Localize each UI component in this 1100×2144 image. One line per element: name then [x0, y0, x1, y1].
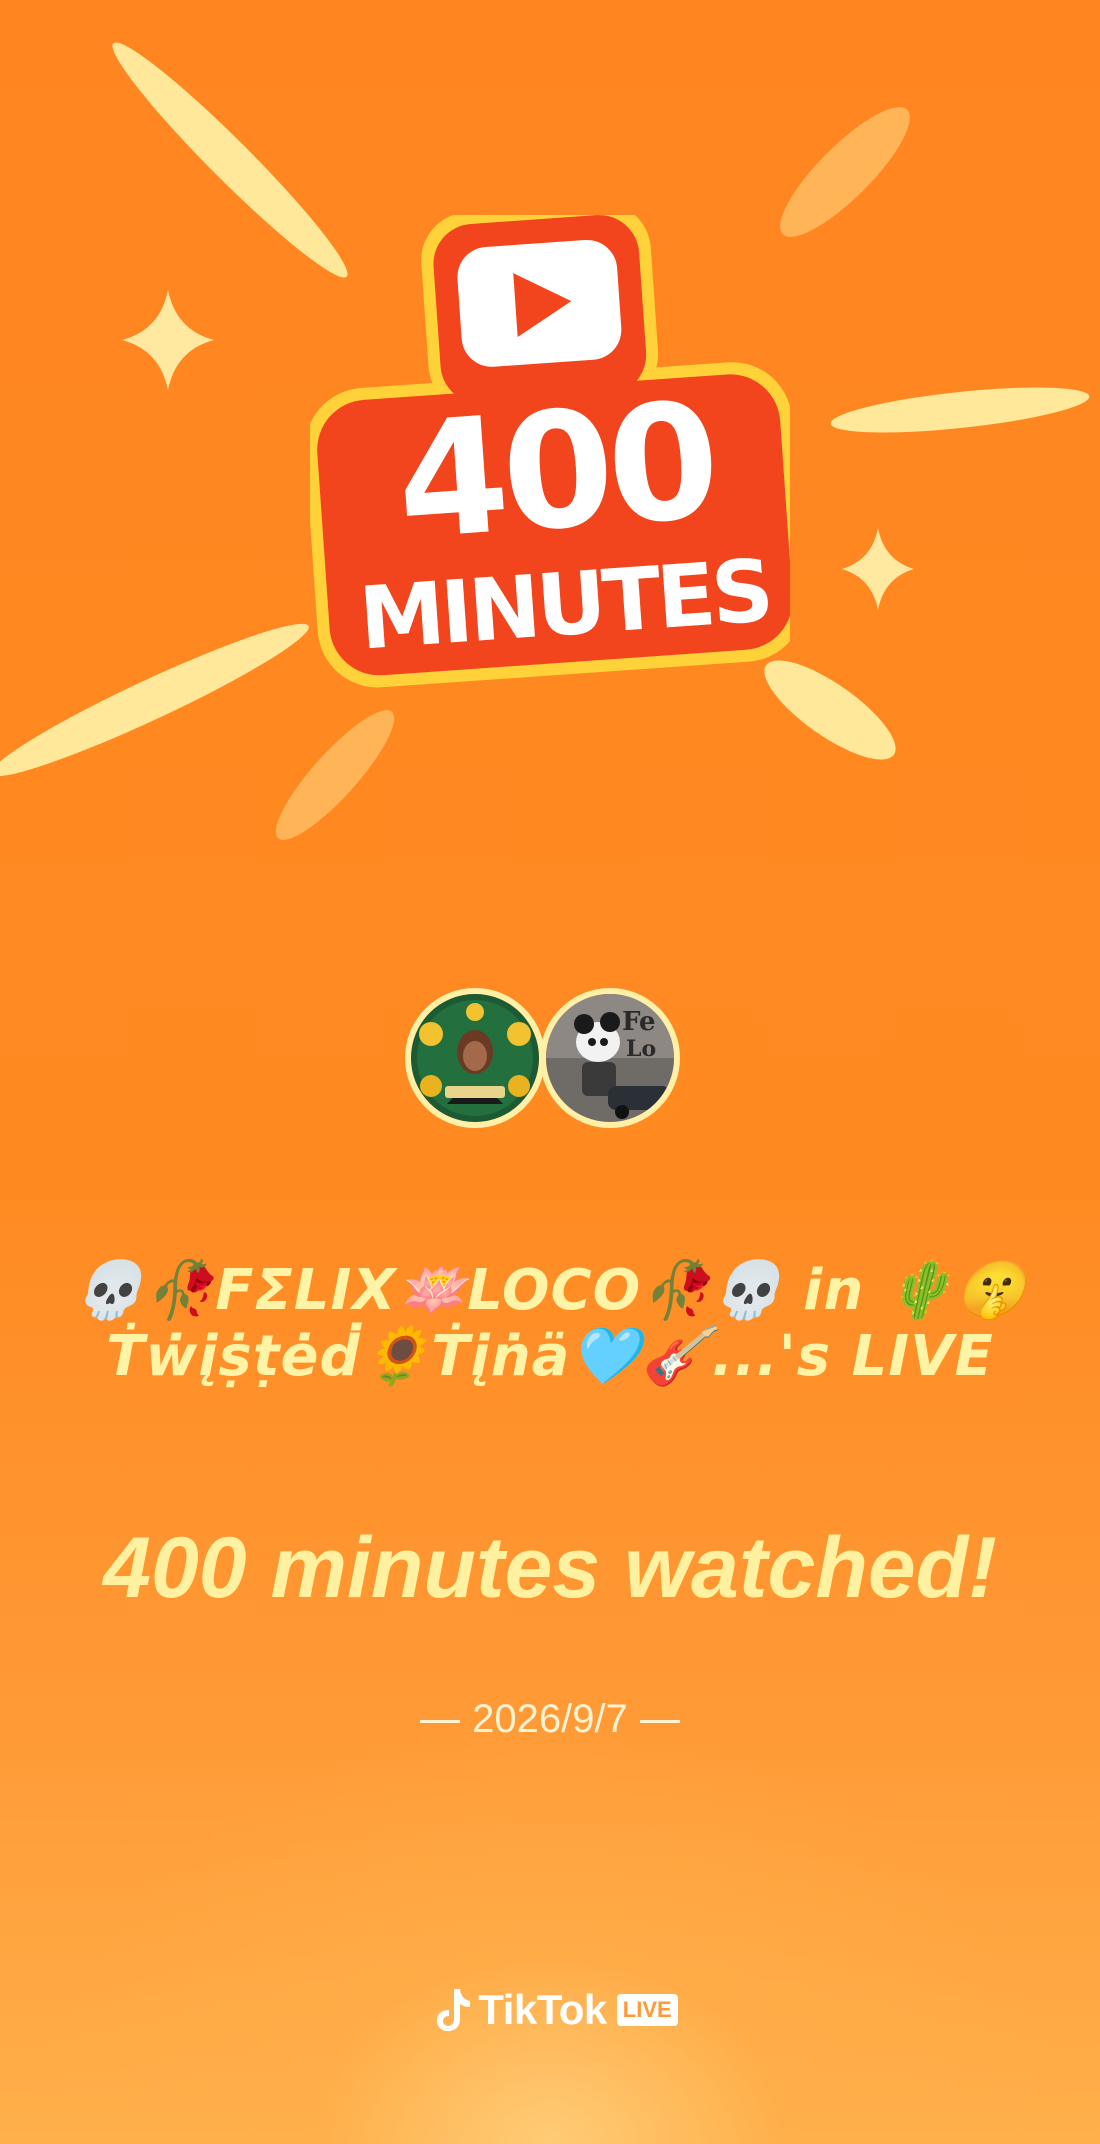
live-room-title: 💀🥀FΣLIX🪷LOCO🥀💀 in 🌵🤫Ṫẇįṩṭėḋ🌻Ṫįṅä🩵🎸...'s …	[73, 1258, 1027, 1389]
badge-number: 400	[391, 367, 719, 576]
milestone-headline: 400 minutes watched!	[103, 1520, 997, 1616]
milestone-badge: 400 MINUTES	[310, 215, 790, 688]
sparkle-right-icon	[842, 528, 914, 610]
tiktok-note-icon	[437, 1989, 471, 2032]
profile-photo-icon: Fe Lo	[546, 994, 674, 1122]
ray-left	[0, 623, 309, 777]
svg-text:Fe: Fe	[622, 1007, 656, 1037]
date-text: 2026/9/7	[472, 1697, 628, 1741]
brand-live-tag: LIVE	[616, 1994, 678, 2026]
tiktok-live-logo: TikTok LIVE	[410, 1980, 700, 2040]
participants-avatars: Fe Lo	[405, 988, 695, 1143]
guest-avatar[interactable]: Fe Lo	[540, 988, 680, 1128]
profile-photo-icon	[411, 994, 539, 1122]
date-dash-right	[639, 1719, 680, 1723]
milestone-date: 2026/9/7	[350, 1694, 750, 1744]
date-dash-left	[420, 1719, 461, 1723]
sparkle-left-icon	[122, 290, 214, 390]
play-button-icon	[457, 239, 622, 367]
brand-name: TikTok	[478, 1986, 607, 2033]
host-avatar[interactable]	[405, 988, 545, 1128]
ray-bottom-left-faded	[275, 710, 395, 840]
svg-text:Lo: Lo	[626, 1036, 656, 1062]
ray-right	[830, 387, 1090, 433]
